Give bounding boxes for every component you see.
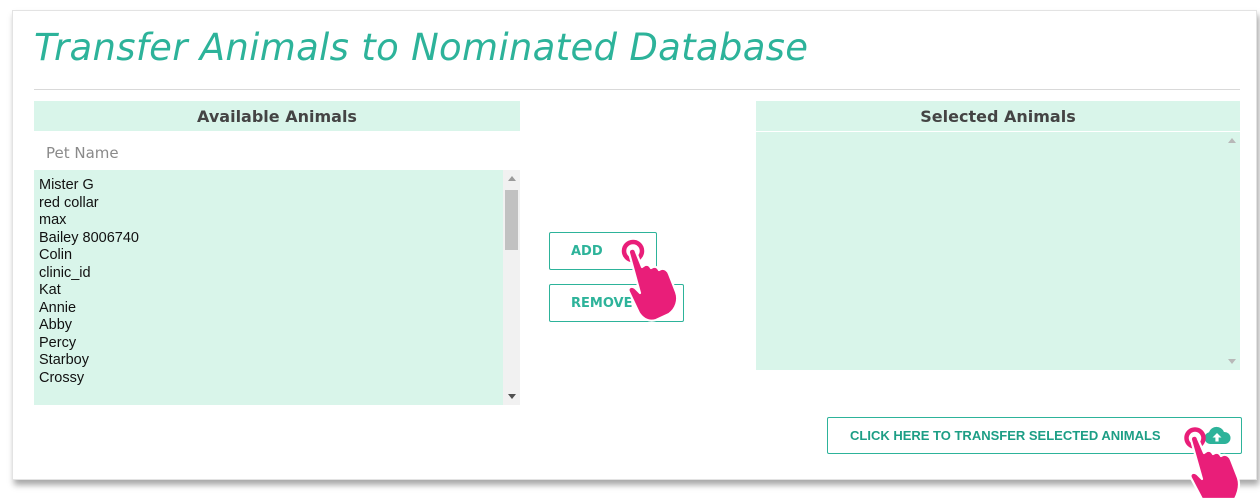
- available-list-scrollbar[interactable]: [503, 170, 520, 405]
- remove-button[interactable]: REMOVE: [549, 284, 684, 322]
- selected-animals-list[interactable]: [756, 132, 1240, 370]
- list-item[interactable]: Crossy: [39, 370, 502, 388]
- page-title: Transfer Animals to Nominated Database: [34, 26, 809, 69]
- list-item[interactable]: Kat: [39, 282, 502, 300]
- transfer-button-label: CLICK HERE TO TRANSFER SELECTED ANIMALS: [850, 428, 1161, 443]
- list-item[interactable]: max: [39, 212, 502, 230]
- title-divider: [34, 89, 1240, 90]
- available-animals-header: Available Animals: [34, 101, 520, 131]
- list-item[interactable]: Bailey 8006740: [39, 230, 502, 248]
- transfer-selected-animals-button[interactable]: CLICK HERE TO TRANSFER SELECTED ANIMALS: [827, 417, 1242, 454]
- list-item[interactable]: Starboy: [39, 352, 502, 370]
- scrollbar-thumb[interactable]: [505, 190, 518, 250]
- available-animals-list[interactable]: Mister Gred collar max Bailey 8006740 Colin…: [34, 170, 520, 405]
- scroll-down-arrow-icon[interactable]: [1223, 353, 1240, 370]
- available-animals-items: Mister Gred collar max Bailey 8006740 Colin…: [39, 177, 502, 387]
- list-item[interactable]: Colin: [39, 247, 502, 265]
- list-item[interactable]: Annie: [39, 300, 502, 318]
- scroll-up-arrow-icon[interactable]: [503, 170, 520, 187]
- list-item[interactable]: Percy: [39, 335, 502, 353]
- list-item[interactable]: Abby: [39, 317, 502, 335]
- cloud-upload-icon: [1204, 426, 1231, 444]
- list-item[interactable]: red collar: [39, 195, 502, 213]
- list-item[interactable]: Mister G: [39, 177, 502, 195]
- add-button[interactable]: ADD: [549, 232, 657, 270]
- selected-list-scrollbar[interactable]: [1223, 132, 1240, 370]
- pet-name-search-input[interactable]: [34, 136, 520, 169]
- scroll-down-arrow-icon[interactable]: [503, 388, 520, 405]
- list-item[interactable]: clinic_id: [39, 265, 502, 283]
- scroll-up-arrow-icon[interactable]: [1223, 132, 1240, 149]
- selected-animals-header: Selected Animals: [756, 101, 1240, 131]
